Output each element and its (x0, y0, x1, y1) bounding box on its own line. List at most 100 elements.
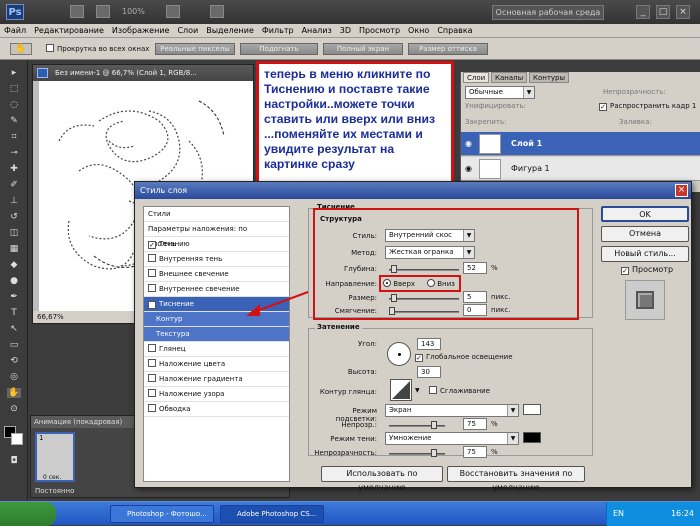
start-button[interactable] (0, 502, 56, 526)
taskbar-item-photoshop-forum[interactable]: Photoshop - Фотошо... (110, 505, 214, 523)
style-list-item[interactable]: Наложение цвета (144, 357, 289, 372)
menu-filter[interactable]: Фильтр (258, 24, 298, 38)
global-light-checkbox[interactable]: ✓ (415, 354, 423, 362)
history-brush-icon[interactable]: ↺ (7, 212, 21, 222)
fit-screen-button[interactable]: Подогнать (240, 43, 318, 55)
new-style-button[interactable]: Новый стиль... (601, 246, 689, 262)
zoom-tool-icon[interactable]: ⊙ (7, 404, 21, 414)
style-list-item[interactable]: Наложение градиента (144, 372, 289, 387)
frame-thumbnail[interactable]: 1 0 сек. (35, 432, 75, 482)
quick-select-icon[interactable]: ✎ (7, 116, 21, 126)
arrange-icon[interactable] (210, 5, 224, 18)
menu-3d[interactable]: 3D (336, 24, 355, 38)
style-list-item[interactable]: Обводка (144, 402, 289, 417)
style-list-item[interactable]: ✓ Тень (144, 237, 289, 252)
crop-tool-icon[interactable]: ⌗ (7, 132, 21, 142)
global-light[interactable]: ✓ Глобальное освещение (415, 353, 513, 362)
menu-edit[interactable]: Редактирование (30, 24, 108, 38)
minimize-icon[interactable]: _ (636, 5, 650, 19)
lasso-tool-icon[interactable]: ◌ (7, 100, 21, 110)
maximize-icon[interactable]: □ (656, 5, 670, 19)
document-title[interactable]: Без имени-1 @ 66,7% (Слой 1, RGB/8... (33, 65, 253, 81)
shadow-mode-select[interactable]: Умножение ▼ (385, 432, 519, 445)
tab-layers[interactable]: Слои (463, 72, 490, 83)
frame-delay[interactable]: 0 сек. (43, 474, 61, 481)
ok-button[interactable]: OK (601, 206, 689, 222)
move-tool-icon[interactable]: ▸ (7, 68, 21, 78)
taskbar-item-photoshop[interactable]: Adobe Photoshop CS... (220, 505, 324, 523)
eyedropper-icon[interactable]: ⊸ (7, 148, 21, 158)
style-checkbox[interactable]: ✓ (148, 241, 156, 249)
full-screen-button[interactable]: Полный экран (323, 43, 403, 55)
angle-input[interactable]: 143 (417, 338, 441, 350)
highlight-mode-select[interactable]: Экран ▼ (385, 404, 519, 417)
style-checkbox[interactable] (148, 269, 156, 277)
propagate-frame[interactable]: ✓ Распространить кадр 1 (599, 102, 696, 111)
style-list-item[interactable]: Параметры наложения: по умолчанию (144, 222, 289, 248)
shape-tool-icon[interactable]: ▭ (7, 340, 21, 350)
gloss-contour-preview[interactable] (390, 379, 412, 401)
tab-channels[interactable]: Каналы (491, 72, 528, 83)
layer-name[interactable]: Фигура 1 (511, 164, 550, 173)
highlight-color-swatch[interactable] (523, 404, 541, 415)
close-icon[interactable]: × (676, 5, 690, 19)
actual-pixels-button[interactable]: Реальные пикселы (155, 43, 235, 55)
style-list-item[interactable]: Внутренняя тень (144, 252, 289, 267)
bridge-icon[interactable] (70, 5, 84, 18)
healing-brush-icon[interactable]: ✚ (7, 164, 21, 174)
doc-zoom[interactable]: 66,67% (37, 313, 64, 321)
style-checkbox[interactable] (148, 344, 156, 352)
style-list-item[interactable]: Глянец (144, 342, 289, 357)
hand-icon[interactable]: ✋ (10, 43, 32, 55)
shadow-opacity-knob[interactable] (431, 449, 437, 457)
eye-icon[interactable]: ◉ (465, 139, 472, 148)
3d-camera-icon[interactable]: ◎ (7, 372, 21, 382)
path-select-icon[interactable]: ↖ (7, 324, 21, 334)
shadow-opacity-input[interactable]: 75 (463, 446, 487, 458)
pen-tool-icon[interactable]: ✒ (7, 292, 21, 302)
style-checkbox[interactable] (148, 389, 156, 397)
hand-tool-icon[interactable] (166, 5, 180, 18)
menu-window[interactable]: Окно (404, 24, 433, 38)
altitude-input[interactable]: 30 (417, 366, 441, 378)
menu-view[interactable]: Просмотр (355, 24, 404, 38)
dialog-title[interactable]: Стиль слоя (135, 182, 691, 199)
brush-tool-icon[interactable]: ✐ (7, 180, 21, 190)
style-checkbox[interactable]: ✓ (148, 301, 156, 309)
zoom-level[interactable]: 100% (122, 7, 145, 16)
layer-row[interactable]: ◉ Слой 1 (461, 132, 700, 156)
shadow-color-swatch[interactable] (523, 432, 541, 443)
3d-rotate-icon[interactable]: ⟲ (7, 356, 21, 366)
anti-aliased-checkbox[interactable] (429, 386, 437, 394)
anti-aliased[interactable]: Сглаживание (429, 386, 490, 395)
layer-row[interactable]: ◉ Фигура 1 (461, 157, 700, 181)
menu-image[interactable]: Изображение (108, 24, 174, 38)
loop-select[interactable]: Постоянно (35, 487, 74, 495)
gradient-tool-icon[interactable]: ▦ (7, 244, 21, 254)
print-size-button[interactable]: Размер оттиска (408, 43, 488, 55)
menu-help[interactable]: Справка (433, 24, 476, 38)
highlight-opacity-input[interactable]: 75 (463, 418, 487, 430)
eye-icon[interactable]: ◉ (465, 164, 472, 173)
menu-select[interactable]: Выделение (202, 24, 258, 38)
style-list-item[interactable]: Наложение узора (144, 387, 289, 402)
quick-mask-icon[interactable]: ◘ (7, 456, 21, 466)
menu-analysis[interactable]: Анализ (298, 24, 336, 38)
type-tool-icon[interactable]: T (7, 308, 21, 318)
tab-paths[interactable]: Контуры (529, 72, 570, 83)
preview-toggle[interactable]: ✓ Просмотр (621, 265, 673, 275)
blend-mode-select[interactable]: Обычные ▼ (465, 86, 535, 99)
reset-default-button[interactable]: Восстановить значения по умолчанию (447, 466, 585, 492)
style-checkbox[interactable] (148, 359, 156, 367)
style-checkbox[interactable] (148, 404, 156, 412)
menu-layers[interactable]: Слои (173, 24, 202, 38)
marquee-tool-icon[interactable]: ⬚ (7, 84, 21, 94)
make-default-button[interactable]: Использовать по умолчанию (321, 466, 443, 492)
scroll-all-windows[interactable]: Прокрутка во всех окнах (46, 44, 149, 53)
language-indicator[interactable]: EN (613, 502, 624, 526)
layer-name[interactable]: Слой 1 (511, 139, 542, 148)
style-checkbox[interactable] (148, 254, 156, 262)
preview-checkbox[interactable]: ✓ (621, 267, 629, 275)
style-list-item[interactable]: Внешнее свечение (144, 267, 289, 282)
style-list-item[interactable]: Текстура (144, 327, 289, 342)
